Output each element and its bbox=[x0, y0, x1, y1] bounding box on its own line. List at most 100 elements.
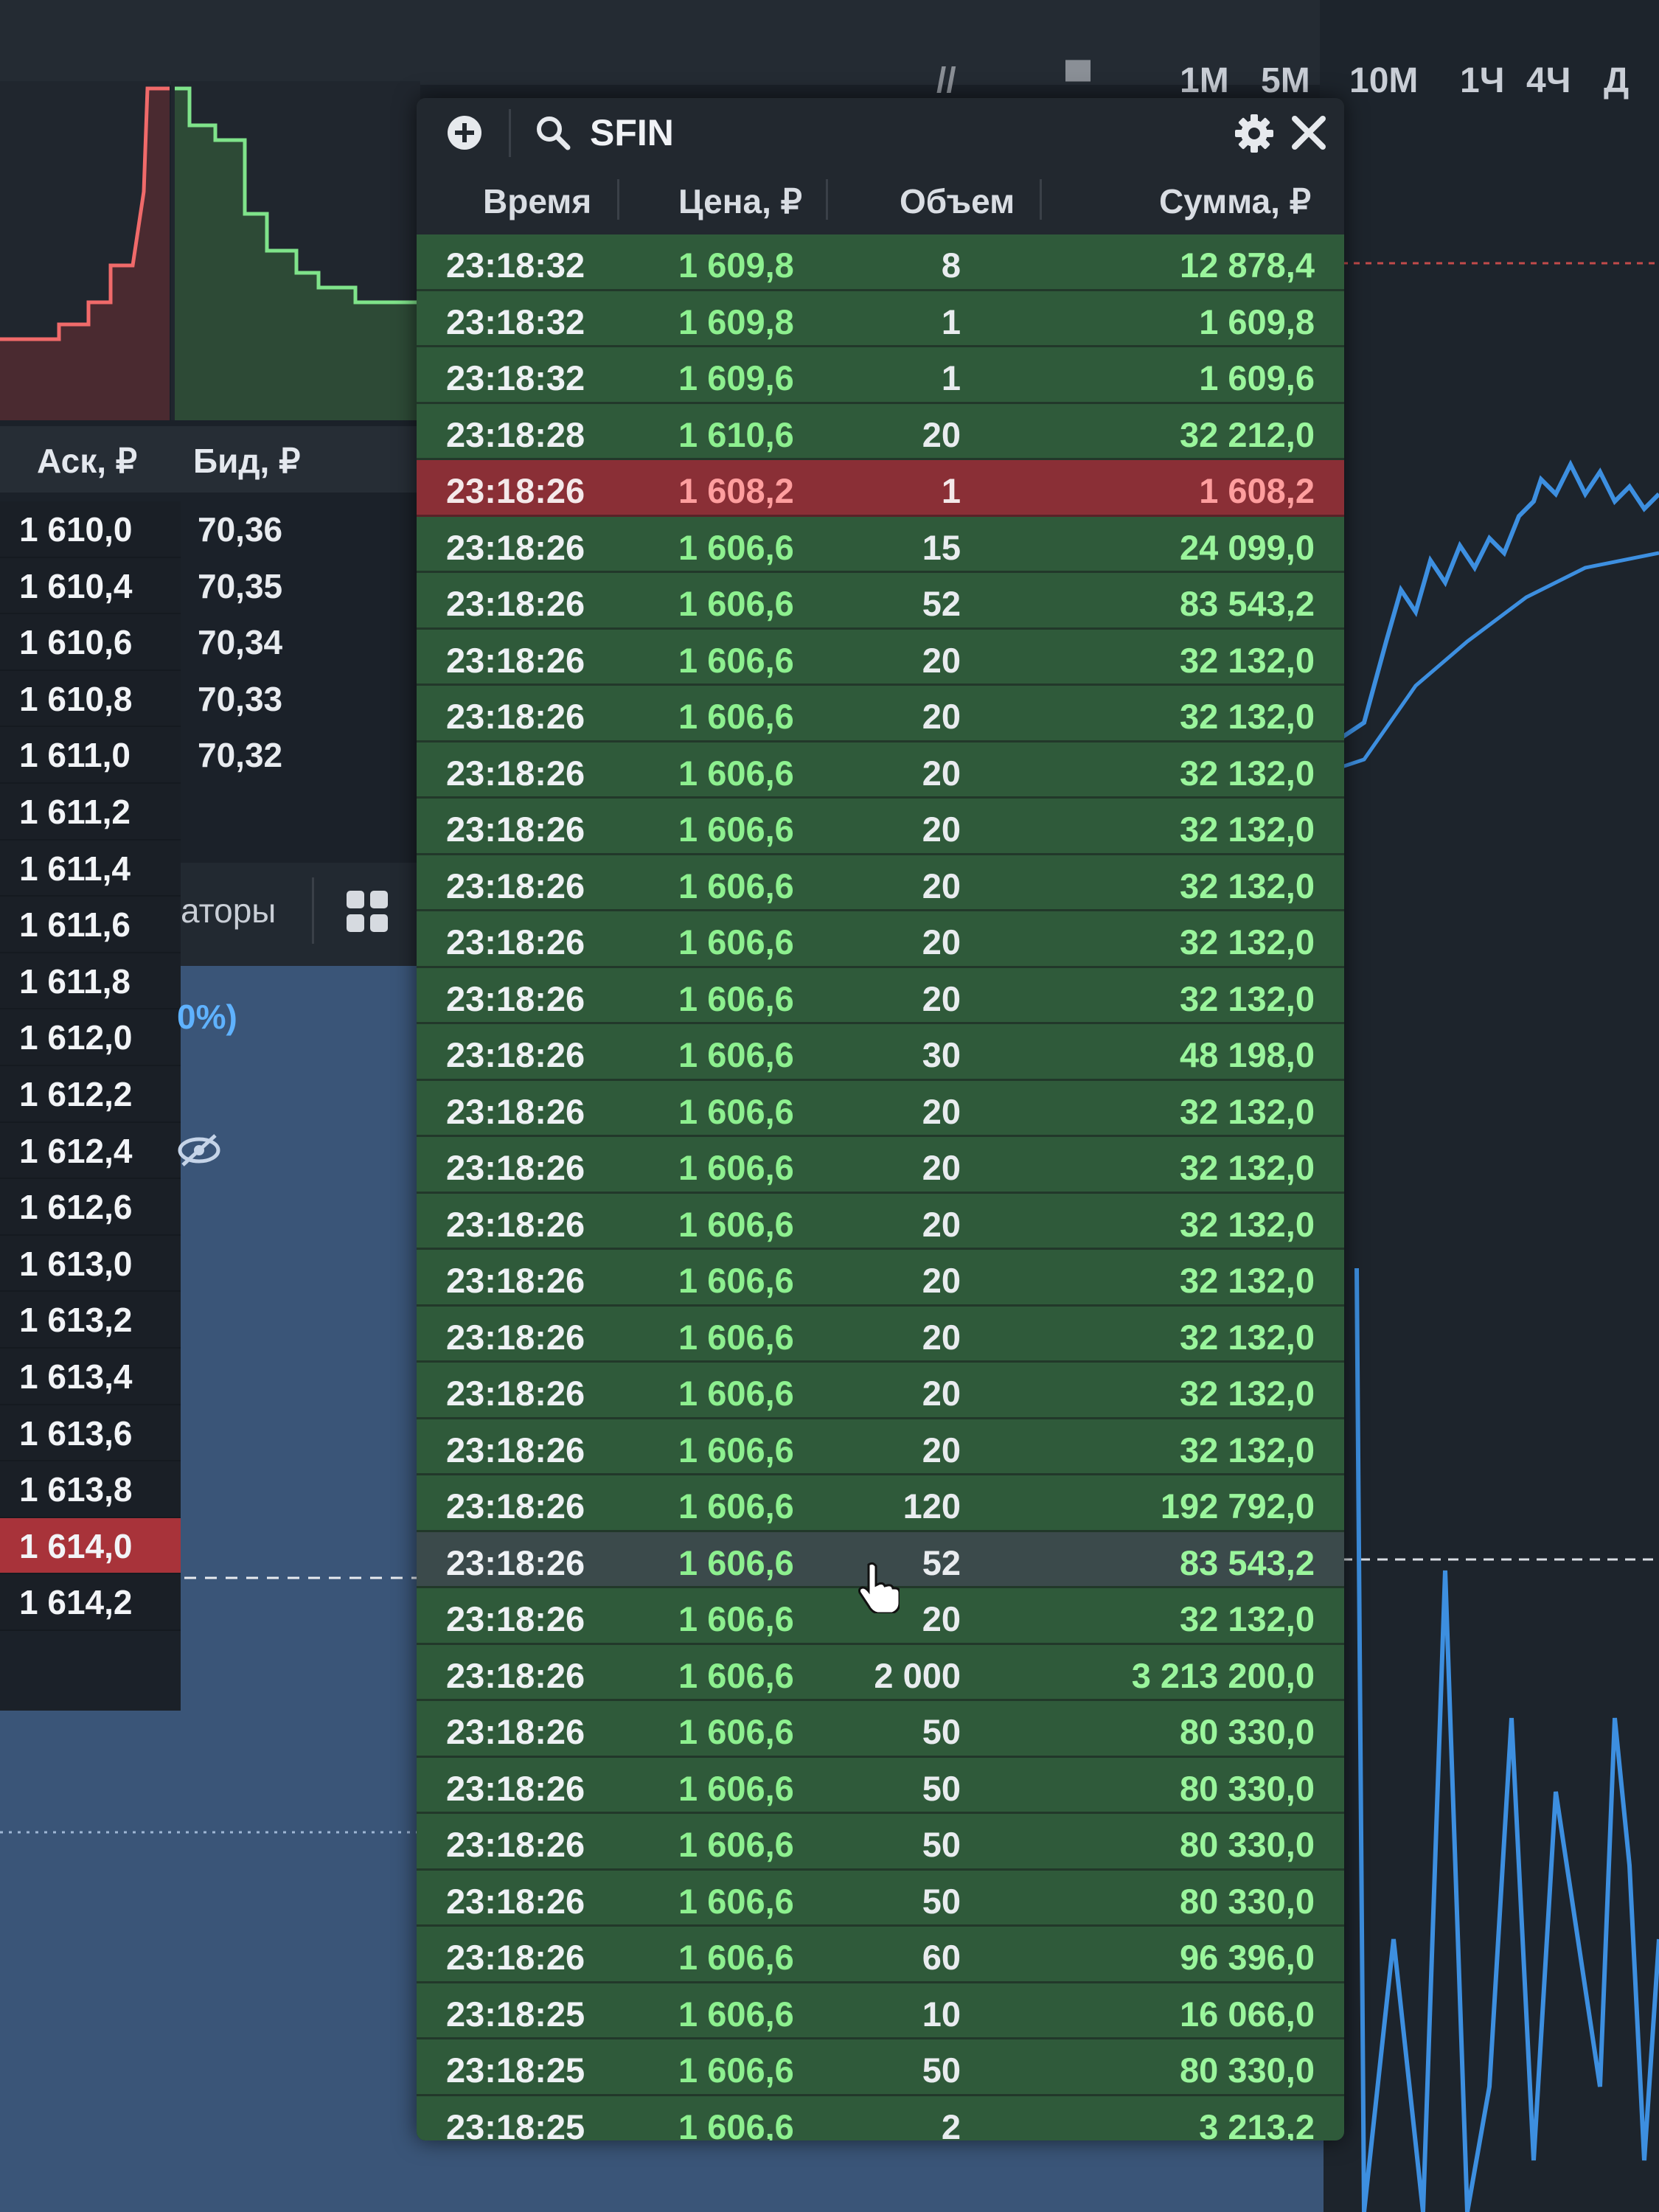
trade-volume: 52 bbox=[922, 584, 961, 623]
trade-price: 1 606,6 bbox=[678, 1035, 794, 1074]
trade-sum: 80 330,0 bbox=[1180, 2051, 1315, 2090]
chart-type-icon[interactable]: ▀ bbox=[1065, 60, 1091, 101]
trade-row[interactable]: 23:18:26 1 606,6 20 32 132,0 bbox=[417, 1080, 1344, 1137]
trade-row[interactable]: 23:18:26 1 606,6 20 32 132,0 bbox=[417, 1306, 1344, 1363]
trade-sum: 32 132,0 bbox=[1180, 978, 1315, 1018]
trade-sum: 192 792,0 bbox=[1160, 1486, 1315, 1526]
trade-row[interactable]: 23:18:25 1 606,6 50 80 330,0 bbox=[417, 2039, 1344, 2096]
ask-row[interactable]: 1 613,0 bbox=[0, 1235, 181, 1293]
timeframe-1m[interactable]: 1М bbox=[1180, 60, 1229, 101]
trade-row[interactable]: 23:18:26 1 606,6 52 83 543,2 bbox=[417, 573, 1344, 630]
ask-row[interactable]: 1 611,6 bbox=[0, 897, 181, 953]
timeframe-10m[interactable]: 10М bbox=[1349, 60, 1418, 101]
trade-row[interactable]: 23:18:26 1 606,6 20 32 132,0 bbox=[417, 1137, 1344, 1194]
trade-row[interactable]: 23:18:26 1 606,6 15 24 099,0 bbox=[417, 516, 1344, 573]
ask-row[interactable]: 1 612,6 bbox=[0, 1179, 181, 1236]
trade-volume: 2 000 bbox=[874, 1655, 961, 1695]
bid-row[interactable]: 70,36 bbox=[184, 501, 420, 558]
trade-row[interactable]: 23:18:26 1 606,6 120 192 792,0 bbox=[417, 1475, 1344, 1532]
trade-row[interactable]: 23:18:26 1 606,6 20 32 132,0 bbox=[417, 967, 1344, 1024]
trade-row[interactable]: 23:18:32 1 609,8 8 12 878,4 bbox=[417, 234, 1344, 291]
ask-row[interactable]: 1 611,2 bbox=[0, 783, 181, 841]
trade-row[interactable]: 23:18:26 1 606,6 20 32 132,0 bbox=[417, 629, 1344, 686]
ticker-search-input[interactable]: SFIN bbox=[590, 111, 674, 154]
trade-row[interactable]: 23:18:26 1 606,6 20 32 132,0 bbox=[417, 686, 1344, 742]
ask-row[interactable]: 1 612,0 bbox=[0, 1009, 181, 1066]
trade-row[interactable]: 23:18:26 1 606,6 2 000 3 213 200,0 bbox=[417, 1644, 1344, 1701]
bid-row[interactable]: 70,33 bbox=[184, 671, 420, 728]
trade-volume: 20 bbox=[922, 866, 961, 905]
trade-row[interactable]: 23:18:26 1 606,6 50 80 330,0 bbox=[417, 1870, 1344, 1927]
trade-row[interactable]: 23:18:28 1 610,6 20 32 212,0 bbox=[417, 403, 1344, 460]
price-chart bbox=[1320, 262, 1659, 2212]
col-sum[interactable]: Сумма, ₽ bbox=[1159, 181, 1311, 221]
grid-icon[interactable] bbox=[347, 891, 388, 936]
search-icon[interactable] bbox=[535, 114, 571, 155]
trade-row[interactable]: 23:18:26 1 606,6 20 32 132,0 bbox=[417, 1419, 1344, 1475]
trade-row[interactable]: 23:18:26 1 606,6 30 48 198,0 bbox=[417, 1024, 1344, 1081]
trade-row[interactable]: 23:18:25 1 606,6 2 3 213,2 bbox=[417, 2096, 1344, 2141]
trade-row[interactable]: 23:18:26 1 608,2 1 1 608,2 bbox=[417, 460, 1344, 517]
trade-volume: 20 bbox=[922, 922, 961, 961]
col-price[interactable]: Цена, ₽ bbox=[678, 181, 802, 221]
add-icon[interactable] bbox=[446, 114, 483, 155]
indicators-tab-label[interactable]: аторы bbox=[181, 891, 276, 931]
trade-time: 23:18:26 bbox=[446, 1768, 585, 1808]
ask-row[interactable]: 1 612,2 bbox=[0, 1065, 181, 1123]
trade-time: 23:18:26 bbox=[446, 527, 585, 567]
bid-row[interactable]: 70,34 bbox=[184, 614, 420, 671]
gear-icon[interactable] bbox=[1234, 113, 1275, 158]
eye-off-icon[interactable] bbox=[177, 1132, 221, 1172]
ask-row[interactable]: 1 610,8 bbox=[0, 670, 181, 728]
trade-price: 1 606,6 bbox=[678, 1374, 794, 1413]
trade-time: 23:18:25 bbox=[446, 2107, 585, 2141]
trade-row[interactable]: 23:18:26 1 606,6 60 96 396,0 bbox=[417, 1927, 1344, 1983]
trade-volume: 20 bbox=[922, 1599, 961, 1638]
timeframe-5m[interactable]: 5М bbox=[1261, 60, 1310, 101]
trade-time: 23:18:26 bbox=[446, 1599, 585, 1638]
trade-row[interactable]: 23:18:26 1 606,6 20 32 132,0 bbox=[417, 1250, 1344, 1307]
trade-sum: 96 396,0 bbox=[1180, 1938, 1315, 1977]
col-time[interactable]: Время bbox=[483, 181, 591, 221]
ask-row[interactable]: 1 613,2 bbox=[0, 1292, 181, 1349]
trade-row[interactable]: 23:18:26 1 606,6 50 80 330,0 bbox=[417, 1701, 1344, 1758]
ask-row[interactable]: 1 611,4 bbox=[0, 840, 181, 897]
timeframe-4h[interactable]: 4Ч bbox=[1526, 60, 1571, 101]
trade-price: 1 606,6 bbox=[678, 697, 794, 736]
ask-row[interactable]: 1 611,8 bbox=[0, 953, 181, 1010]
trade-time: 23:18:26 bbox=[446, 471, 585, 510]
trade-row[interactable]: 23:18:26 1 606,6 20 32 132,0 bbox=[417, 911, 1344, 968]
trade-time: 23:18:25 bbox=[446, 2051, 585, 2090]
ask-row[interactable]: 1 613,6 bbox=[0, 1405, 181, 1462]
trade-row[interactable]: 23:18:26 1 606,6 20 32 132,0 bbox=[417, 855, 1344, 911]
trade-volume: 8 bbox=[941, 246, 961, 285]
timeframe-1h[interactable]: 1Ч bbox=[1460, 60, 1504, 101]
trade-sum: 1 608,2 bbox=[1199, 471, 1315, 510]
trade-row[interactable]: 23:18:32 1 609,8 1 1 609,8 bbox=[417, 291, 1344, 347]
ask-row[interactable]: 1 612,4 bbox=[0, 1122, 181, 1180]
ask-row[interactable]: 1 610,0 bbox=[0, 501, 181, 558]
ask-row[interactable]: 1 610,4 bbox=[0, 557, 181, 615]
timeframe-day[interactable]: Д bbox=[1604, 60, 1629, 101]
ask-row[interactable]: 1 613,8 bbox=[0, 1461, 181, 1518]
trades-widget: SFIN Время Цена, ₽ Объем Сумма, ₽ 23:18:… bbox=[417, 98, 1344, 2140]
trade-row[interactable]: 23:18:26 1 606,6 20 32 132,0 bbox=[417, 799, 1344, 855]
bid-row[interactable]: 70,32 bbox=[184, 727, 420, 784]
trade-row[interactable]: 23:18:26 1 606,6 50 80 330,0 bbox=[417, 1814, 1344, 1871]
trade-time: 23:18:26 bbox=[446, 922, 585, 961]
ask-row[interactable]: 1 613,4 bbox=[0, 1348, 181, 1405]
trade-row[interactable]: 23:18:26 1 606,6 50 80 330,0 bbox=[417, 1757, 1344, 1814]
ask-row[interactable]: 1 610,6 bbox=[0, 614, 181, 671]
ask-row[interactable]: 1 611,0 bbox=[0, 727, 181, 784]
close-icon[interactable] bbox=[1290, 114, 1327, 155]
trade-row[interactable]: 23:18:32 1 609,6 1 1 609,6 bbox=[417, 347, 1344, 404]
trade-row[interactable]: 23:18:26 1 606,6 20 32 132,0 bbox=[417, 742, 1344, 799]
bid-row[interactable]: 70,35 bbox=[184, 558, 420, 615]
trade-time: 23:18:32 bbox=[446, 302, 585, 341]
drawing-tool-icon[interactable]: // bbox=[936, 60, 956, 101]
col-volume[interactable]: Объем bbox=[900, 181, 1015, 221]
trade-row[interactable]: 23:18:26 1 606,6 20 32 132,0 bbox=[417, 1193, 1344, 1250]
trade-time: 23:18:32 bbox=[446, 358, 585, 397]
trade-row[interactable]: 23:18:26 1 606,6 20 32 132,0 bbox=[417, 1363, 1344, 1419]
trade-row[interactable]: 23:18:25 1 606,6 10 16 066,0 bbox=[417, 1983, 1344, 2039]
